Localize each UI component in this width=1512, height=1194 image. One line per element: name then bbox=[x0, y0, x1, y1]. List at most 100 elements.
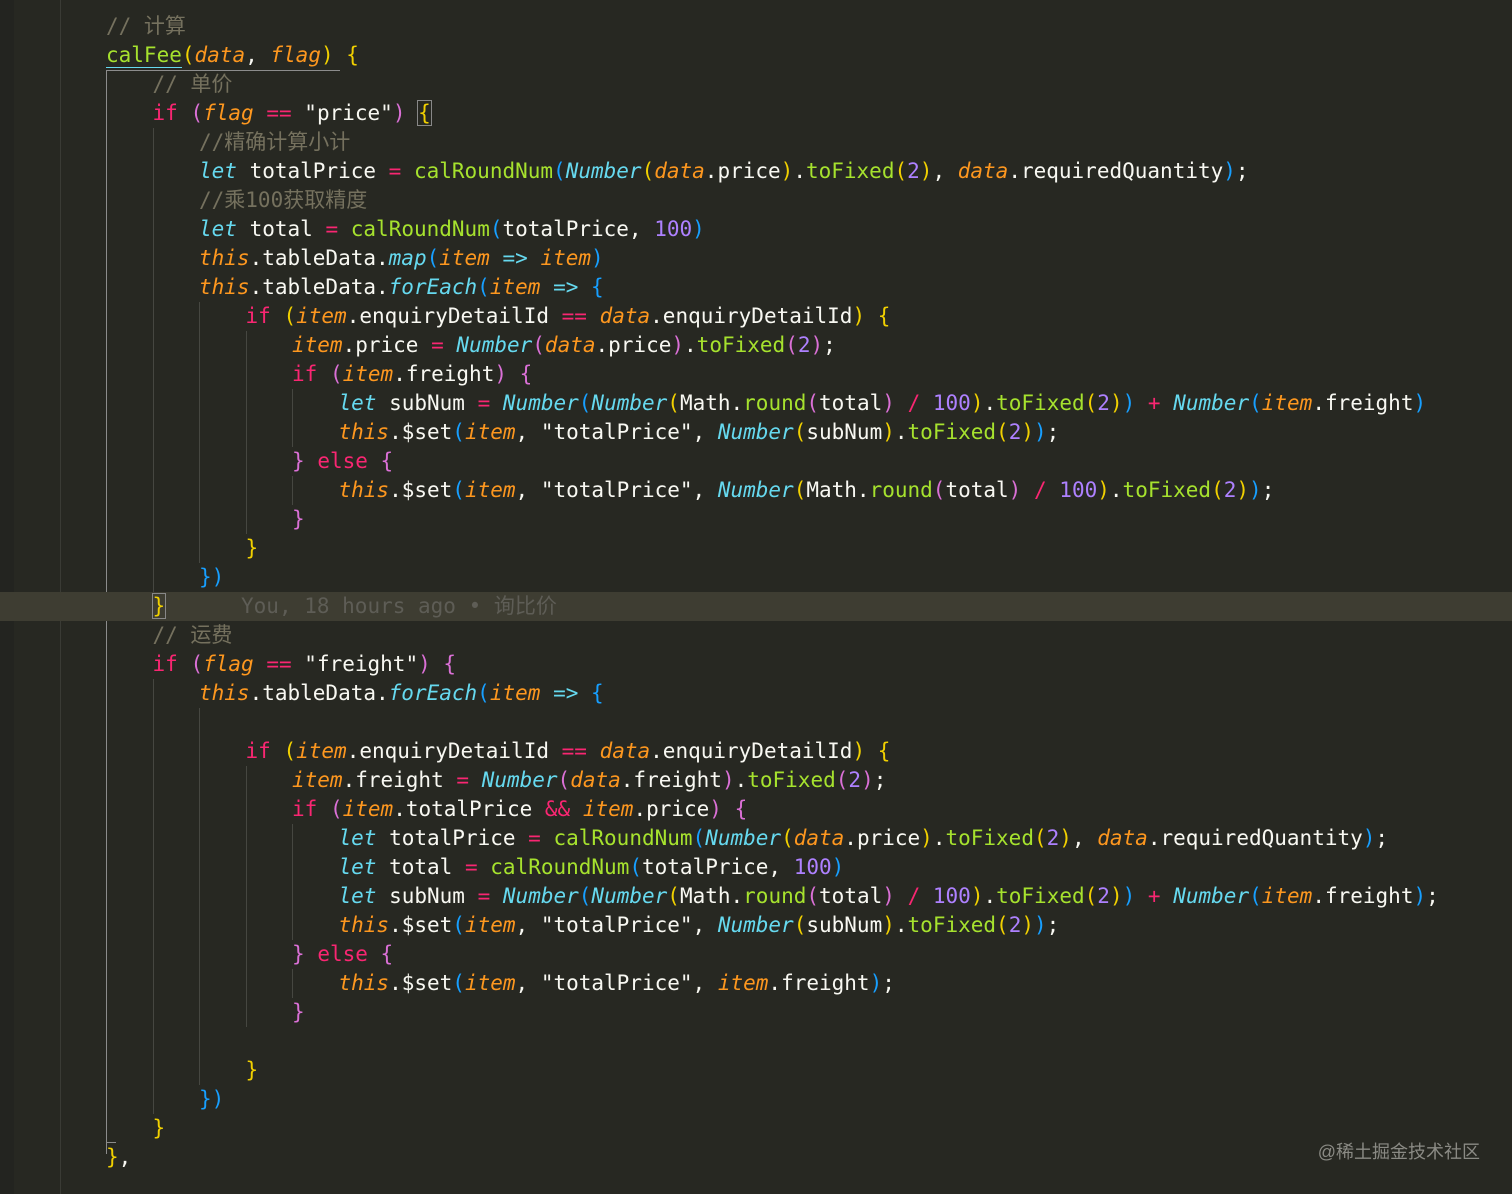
code-line[interactable]: }) bbox=[0, 1085, 1512, 1114]
code-token: forEach bbox=[388, 275, 478, 299]
code-line[interactable]: } bbox=[0, 1056, 1512, 1085]
code-line[interactable]: } else { bbox=[0, 940, 1512, 969]
code-token: { bbox=[380, 449, 394, 473]
code-token: , bbox=[1071, 826, 1098, 850]
code-line[interactable]: calFee(data, flag) { bbox=[0, 41, 1512, 70]
code-token: toFixed bbox=[945, 826, 1034, 850]
code-line[interactable]: this.$set(item, "totalPrice", Number(sub… bbox=[0, 418, 1512, 447]
code-token: .$set bbox=[389, 420, 453, 444]
code-token: ( bbox=[785, 333, 798, 357]
code-token: Number bbox=[591, 884, 668, 908]
code-token: . bbox=[983, 391, 997, 415]
code-token: subNum bbox=[806, 420, 883, 444]
code-line[interactable]: item.price = Number(data.price).toFixed(… bbox=[0, 331, 1512, 360]
code-editor[interactable]: // 计算 calFee(data, flag) {// 单价 if (flag =… bbox=[0, 12, 1512, 1172]
code-line[interactable]: if (item.freight) { bbox=[0, 360, 1512, 389]
code-token: } bbox=[292, 507, 305, 531]
code-token: round bbox=[743, 884, 807, 908]
code-token: ) bbox=[852, 304, 866, 328]
code-line[interactable]: } else { bbox=[0, 447, 1512, 476]
code-token: ( bbox=[426, 246, 440, 270]
indent-guide bbox=[245, 360, 247, 389]
code-line[interactable]: let subNum = Number(Number(Math.round(to… bbox=[0, 882, 1512, 911]
code-token: Number bbox=[502, 884, 579, 908]
code-token: this bbox=[199, 275, 250, 299]
code-token: ( bbox=[452, 913, 465, 937]
code-line[interactable]: this.$set(item, "totalPrice", item.freig… bbox=[0, 969, 1512, 998]
code-line[interactable]: let subNum = Number(Number(Math.round(to… bbox=[0, 389, 1512, 418]
code-line[interactable]: } bbox=[0, 998, 1512, 1027]
code-token: => bbox=[502, 246, 528, 270]
code-token: Number bbox=[565, 159, 642, 183]
code-line[interactable]: this.$set(item, "totalPrice", Number(sub… bbox=[0, 911, 1512, 940]
code-token: ) bbox=[1021, 913, 1035, 937]
code-line[interactable] bbox=[0, 708, 1512, 737]
code-token: calRoundNum bbox=[490, 855, 630, 879]
code-line[interactable]: //乘100获取精度 bbox=[0, 186, 1512, 215]
indent-guide bbox=[152, 273, 154, 302]
code-line[interactable]: }, bbox=[0, 1143, 1512, 1172]
code-line[interactable]: if (item.enquiryDetailId == data.enquiry… bbox=[0, 302, 1512, 331]
code-line[interactable] bbox=[0, 1027, 1512, 1056]
code-line[interactable]: // 计算 bbox=[0, 12, 1512, 41]
code-token: => bbox=[553, 681, 579, 705]
code-line[interactable]: } bbox=[0, 505, 1512, 534]
code-line[interactable]: this.tableData.forEach(item => { bbox=[0, 273, 1512, 302]
code-token: item bbox=[489, 275, 541, 299]
code-token: == bbox=[561, 739, 587, 763]
code-line[interactable]: } bbox=[0, 1114, 1512, 1143]
code-token: ( bbox=[793, 420, 807, 444]
code-line[interactable]: this.tableData.map(item => item) bbox=[0, 244, 1512, 273]
code-line[interactable]: let total = calRoundNum(totalPrice, 100) bbox=[0, 853, 1512, 882]
code-token: , bbox=[515, 420, 541, 444]
code-token: Number bbox=[1173, 391, 1250, 415]
indent-guide bbox=[292, 969, 293, 998]
code-token: = bbox=[431, 333, 444, 357]
code-token: ) bbox=[211, 565, 225, 589]
code-token: ) bbox=[882, 913, 895, 937]
code-line[interactable]: this.$set(item, "totalPrice", Number(Mat… bbox=[0, 476, 1512, 505]
indent-guide bbox=[245, 447, 247, 476]
code-line[interactable]: }) bbox=[0, 563, 1512, 592]
code-line[interactable]: let total = calRoundNum(totalPrice, 100) bbox=[0, 215, 1512, 244]
code-token: calFee bbox=[106, 43, 182, 68]
indent-guide bbox=[152, 969, 154, 998]
code-line[interactable]: item.freight = Number(data.freight).toFi… bbox=[0, 766, 1512, 795]
code-token: , bbox=[692, 478, 718, 502]
indent-guide bbox=[245, 505, 247, 534]
code-line[interactable]: } bbox=[0, 534, 1512, 563]
code-token: == bbox=[266, 652, 292, 676]
code-line[interactable]: if (item.totalPrice && item.price) { bbox=[0, 795, 1512, 824]
code-line[interactable]: this.tableData.forEach(item => { bbox=[0, 679, 1512, 708]
code-token: item bbox=[717, 971, 769, 995]
indent-guide bbox=[199, 418, 200, 447]
code-line[interactable]: if (item.enquiryDetailId == data.enquiry… bbox=[0, 737, 1512, 766]
code-line[interactable]: } You, 18 hours ago • 询比价 bbox=[0, 592, 1512, 621]
indent-guide bbox=[199, 1056, 200, 1085]
code-line[interactable]: let totalPrice = calRoundNum(Number(data… bbox=[0, 157, 1512, 186]
code-token: this bbox=[338, 913, 390, 937]
code-token: ( bbox=[667, 391, 680, 415]
code-token: => bbox=[553, 275, 579, 299]
code-line[interactable]: if (flag == "price") { bbox=[0, 99, 1512, 128]
code-token: item bbox=[540, 246, 592, 270]
code-line[interactable]: if (flag == "freight") { bbox=[0, 650, 1512, 679]
indent-guide bbox=[152, 737, 154, 766]
code-token: item bbox=[296, 304, 347, 328]
code-line[interactable]: let totalPrice = calRoundNum(Number(data… bbox=[0, 824, 1512, 853]
code-line[interactable]: // 运费 bbox=[0, 621, 1512, 650]
code-token: 2 bbox=[907, 159, 920, 183]
code-token: ; bbox=[1261, 478, 1275, 502]
code-token: Math. bbox=[679, 391, 744, 415]
indent-guide bbox=[199, 998, 200, 1027]
indent-guide bbox=[199, 1027, 200, 1056]
code-line[interactable]: //精确计算小计 bbox=[0, 128, 1512, 157]
code-line[interactable]: // 单价 bbox=[0, 70, 1512, 99]
